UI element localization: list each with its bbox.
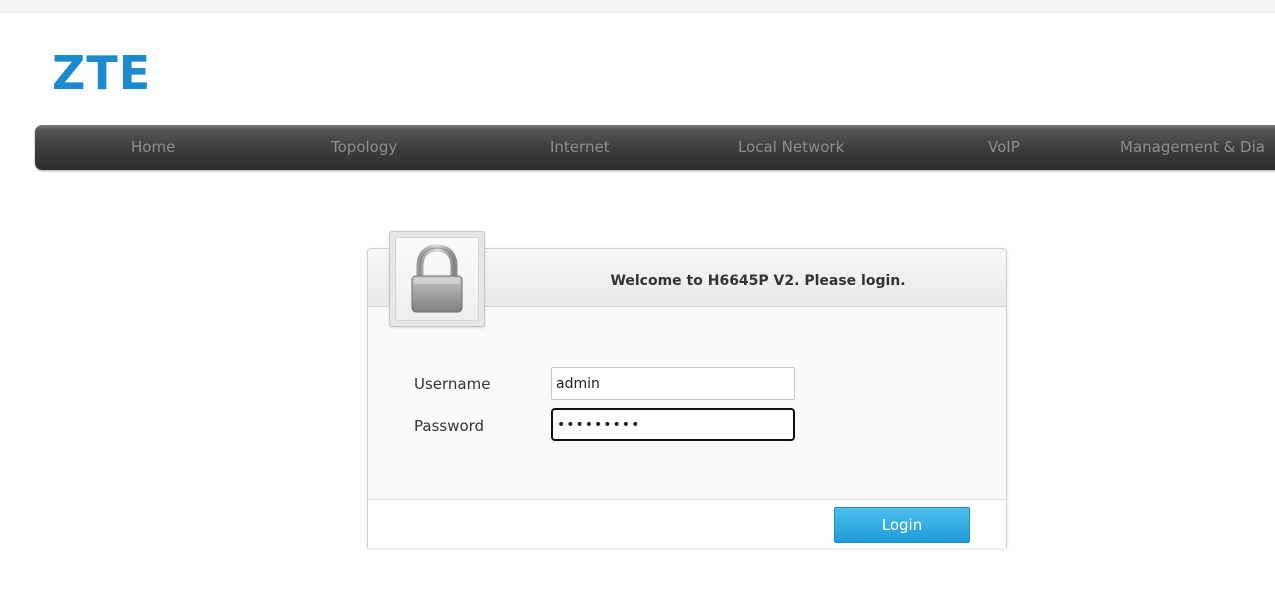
padlock-icon	[395, 237, 479, 321]
login-button[interactable]: Login	[834, 507, 970, 543]
browser-top-strip	[0, 0, 1275, 13]
nav-item-home[interactable]: Home	[131, 125, 175, 170]
router-login-page: ZTE Home Topology Internet Local Network…	[0, 0, 1275, 612]
main-nav-bar: Home Topology Internet Local Network VoI…	[35, 125, 1275, 170]
login-panel-footer: Login	[368, 499, 1006, 548]
username-label: Username	[414, 375, 491, 393]
password-label: Password	[414, 417, 485, 435]
password-input[interactable]	[551, 408, 795, 441]
nav-item-voip[interactable]: VoIP	[988, 125, 1020, 170]
nav-item-internet[interactable]: Internet	[550, 125, 610, 170]
nav-item-local-network[interactable]: Local Network	[738, 125, 844, 170]
padlock-icon-frame	[389, 231, 485, 327]
welcome-message: Welcome to H6645P V2. Please login.	[610, 273, 906, 289]
username-input[interactable]	[551, 367, 795, 400]
nav-item-topology[interactable]: Topology	[331, 125, 397, 170]
zte-logo: ZTE	[52, 46, 152, 100]
nav-item-management[interactable]: Management & Dia	[1120, 125, 1265, 170]
